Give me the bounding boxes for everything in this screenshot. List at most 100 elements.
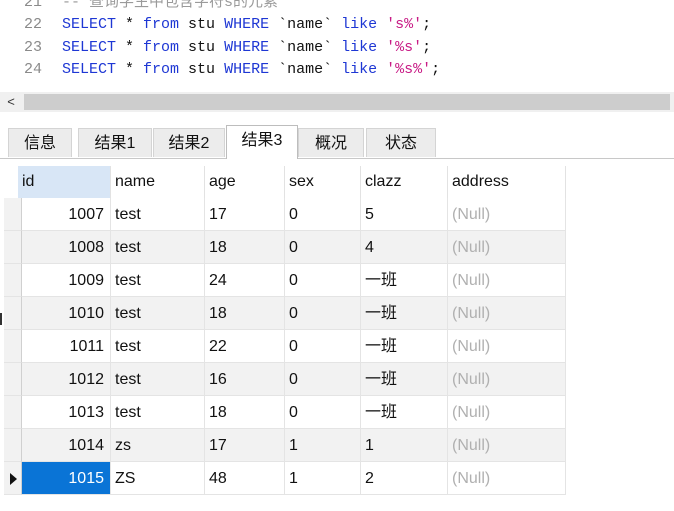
line-number: 24 bbox=[23, 61, 42, 78]
cell-age[interactable]: 16 bbox=[205, 363, 285, 396]
cell-address[interactable]: (Null) bbox=[448, 330, 566, 363]
cell-age[interactable]: 48 bbox=[205, 462, 285, 495]
cell-name[interactable]: ZS bbox=[111, 462, 205, 495]
cell-clazz[interactable]: 一班 bbox=[361, 264, 448, 297]
cell-clazz[interactable]: 5 bbox=[361, 198, 448, 231]
cell-id[interactable]: 1008 bbox=[22, 231, 111, 264]
cell-sex[interactable]: 0 bbox=[285, 231, 361, 264]
cell-address[interactable]: (Null) bbox=[448, 429, 566, 462]
cell-age[interactable]: 24 bbox=[205, 264, 285, 297]
column-header-id[interactable]: id bbox=[18, 166, 111, 198]
cell-age[interactable]: 17 bbox=[205, 198, 285, 231]
row-indicator[interactable] bbox=[4, 297, 22, 330]
cell-name[interactable]: zs bbox=[111, 429, 205, 462]
row-indicator[interactable] bbox=[4, 363, 22, 396]
cell-id[interactable]: 1014 bbox=[22, 429, 111, 462]
cell-address[interactable]: (Null) bbox=[448, 231, 566, 264]
cell-address[interactable]: (Null) bbox=[448, 363, 566, 396]
table-row[interactable]: 1008 test 18 0 4 (Null) bbox=[4, 231, 566, 264]
cell-clazz[interactable]: 1 bbox=[361, 429, 448, 462]
cell-sex[interactable]: 0 bbox=[285, 330, 361, 363]
cell-id[interactable]: 1010 bbox=[22, 297, 111, 330]
row-indicator[interactable] bbox=[4, 198, 22, 231]
table-row[interactable]: 1007 test 17 0 5 (Null) bbox=[4, 198, 566, 231]
column-header-name[interactable]: name bbox=[111, 166, 205, 198]
cell-id[interactable]: 1011 bbox=[22, 330, 111, 363]
cell-id[interactable]: 1015 bbox=[22, 462, 111, 495]
cell-clazz[interactable]: 一班 bbox=[361, 297, 448, 330]
tab-3[interactable]: 结果3 bbox=[226, 125, 298, 159]
code-line[interactable]: 21 -- 查询学生中包含字符s的元素 bbox=[0, 0, 278, 14]
cell-age[interactable]: 22 bbox=[205, 330, 285, 363]
tab-4[interactable]: 概况 bbox=[298, 128, 364, 157]
tab-5[interactable]: 状态 bbox=[366, 128, 436, 157]
table-row[interactable]: 1013 test 18 0 一班 (Null) bbox=[4, 396, 566, 429]
row-indicator[interactable] bbox=[4, 231, 22, 264]
code-token: WHERE bbox=[224, 61, 270, 78]
table-row[interactable]: 1012 test 16 0 一班 (Null) bbox=[4, 363, 566, 396]
row-indicator[interactable] bbox=[4, 462, 22, 495]
cell-id[interactable]: 1013 bbox=[22, 396, 111, 429]
code-token: WHERE bbox=[224, 16, 270, 33]
cell-age[interactable]: 18 bbox=[205, 396, 285, 429]
cell-address[interactable]: (Null) bbox=[448, 297, 566, 330]
cell-sex[interactable]: 0 bbox=[285, 297, 361, 330]
cell-id[interactable]: 1012 bbox=[22, 363, 111, 396]
row-indicator[interactable] bbox=[4, 330, 22, 363]
cell-sex[interactable]: 0 bbox=[285, 198, 361, 231]
tab-0[interactable]: 信息 bbox=[8, 128, 72, 157]
cell-clazz[interactable]: 一班 bbox=[361, 363, 448, 396]
cell-age[interactable]: 18 bbox=[205, 297, 285, 330]
code-token: * bbox=[116, 39, 144, 56]
cell-sex[interactable]: 1 bbox=[285, 462, 361, 495]
code-line[interactable]: 23 SELECT * from stu WHERE `name` like '%… bbox=[0, 37, 431, 59]
code-token: SELECT bbox=[62, 39, 117, 56]
table-row[interactable]: 1010 test 18 0 一班 (Null) bbox=[4, 297, 566, 330]
cell-clazz[interactable]: 4 bbox=[361, 231, 448, 264]
cell-clazz[interactable]: 一班 bbox=[361, 330, 448, 363]
scrollbar-thumb[interactable] bbox=[24, 94, 670, 110]
column-header-address[interactable]: address bbox=[448, 166, 566, 198]
cell-name[interactable]: test bbox=[111, 297, 205, 330]
sql-editor[interactable]: 21 -- 查询学生中包含字符s的元素 22 SELECT * from stu WH… bbox=[0, 0, 674, 90]
column-header-age[interactable]: age bbox=[205, 166, 285, 198]
code-token: `name` bbox=[269, 16, 342, 33]
cell-sex[interactable]: 0 bbox=[285, 396, 361, 429]
row-indicator[interactable] bbox=[4, 264, 22, 297]
cell-address[interactable]: (Null) bbox=[448, 198, 566, 231]
cell-sex[interactable]: 0 bbox=[285, 264, 361, 297]
tab-2[interactable]: 结果2 bbox=[153, 128, 225, 157]
cell-address[interactable]: (Null) bbox=[448, 396, 566, 429]
cell-name[interactable]: test bbox=[111, 330, 205, 363]
cell-sex[interactable]: 0 bbox=[285, 363, 361, 396]
row-indicator[interactable] bbox=[4, 429, 22, 462]
code-token: from bbox=[143, 39, 180, 56]
cell-address[interactable]: (Null) bbox=[448, 264, 566, 297]
code-line[interactable]: 22 SELECT * from stu WHERE `name` like 's… bbox=[0, 14, 431, 36]
cell-name[interactable]: test bbox=[111, 396, 205, 429]
cell-age[interactable]: 17 bbox=[205, 429, 285, 462]
table-row[interactable]: 1015 ZS 48 1 2 (Null) bbox=[4, 462, 566, 495]
cell-name[interactable]: test bbox=[111, 231, 205, 264]
cell-name[interactable]: test bbox=[111, 363, 205, 396]
cell-age[interactable]: 18 bbox=[205, 231, 285, 264]
row-indicator[interactable] bbox=[4, 396, 22, 429]
code-token: `name` bbox=[269, 61, 342, 78]
cell-sex[interactable]: 1 bbox=[285, 429, 361, 462]
column-header-clazz[interactable]: clazz bbox=[361, 166, 448, 198]
cell-name[interactable]: test bbox=[111, 198, 205, 231]
tab-1[interactable]: 结果1 bbox=[78, 128, 152, 157]
cell-clazz[interactable]: 一班 bbox=[361, 396, 448, 429]
cell-id[interactable]: 1007 bbox=[22, 198, 111, 231]
cell-id[interactable]: 1009 bbox=[22, 264, 111, 297]
column-header-sex[interactable]: sex bbox=[285, 166, 361, 198]
code-line[interactable]: 24 SELECT * from stu WHERE `name` like '%… bbox=[0, 59, 440, 81]
cell-clazz[interactable]: 2 bbox=[361, 462, 448, 495]
table-row[interactable]: 1011 test 22 0 一班 (Null) bbox=[4, 330, 566, 363]
table-row[interactable]: 1014 zs 17 1 1 (Null) bbox=[4, 429, 566, 462]
code-token: SELECT bbox=[62, 61, 117, 78]
editor-horizontal-scrollbar[interactable]: < bbox=[0, 92, 674, 112]
cell-address[interactable]: (Null) bbox=[448, 462, 566, 495]
cell-name[interactable]: test bbox=[111, 264, 205, 297]
table-row[interactable]: 1009 test 24 0 一班 (Null) bbox=[4, 264, 566, 297]
